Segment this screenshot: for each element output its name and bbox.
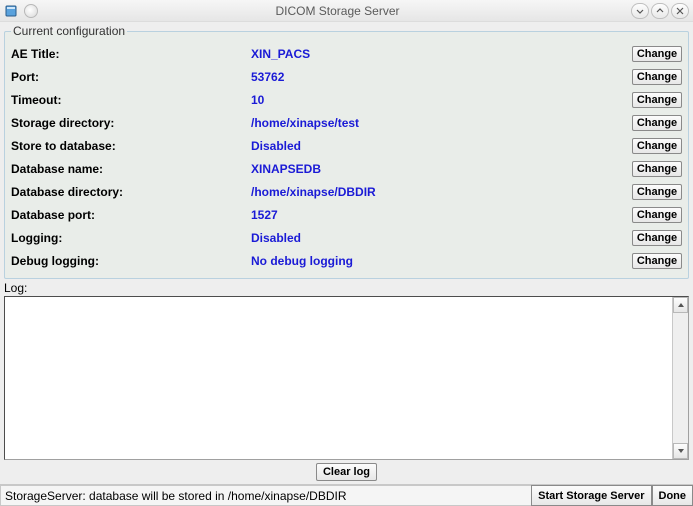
config-label: Storage directory: [11,116,251,130]
config-value: Disabled [251,231,632,245]
change-button[interactable]: Change [632,46,682,62]
config-row: Debug logging:No debug loggingChange [11,249,682,272]
config-label: AE Title: [11,47,251,61]
config-value: XINAPSEDB [251,162,632,176]
title-bar: DICOM Storage Server [0,0,693,22]
window-title: DICOM Storage Server [44,4,631,18]
change-button[interactable]: Change [632,230,682,246]
throbber-icon [24,4,38,18]
config-value: Disabled [251,139,632,153]
config-row: Port:53762Change [11,65,682,88]
clear-log-row: Clear log [4,460,689,484]
scroll-track[interactable] [673,313,688,443]
close-button[interactable] [671,3,689,19]
config-value: 53762 [251,70,632,84]
start-storage-server-button[interactable]: Start Storage Server [531,485,651,506]
change-button[interactable]: Change [632,92,682,108]
config-label: Database port: [11,208,251,222]
scroll-down-button[interactable] [673,443,688,459]
change-button[interactable]: Change [632,115,682,131]
config-row: Database name:XINAPSEDBChange [11,157,682,180]
config-legend: Current configuration [11,24,127,38]
config-label: Store to database: [11,139,251,153]
minimize-button[interactable] [631,3,649,19]
config-label: Debug logging: [11,254,251,268]
config-row: Database directory:/home/xinapse/DBDIRCh… [11,180,682,203]
config-label: Logging: [11,231,251,245]
scroll-up-button[interactable] [673,297,688,313]
config-label: Database name: [11,162,251,176]
log-label: Log: [4,281,689,295]
current-configuration-group: Current configuration AE Title:XIN_PACSC… [4,24,689,279]
config-row: Timeout:10Change [11,88,682,111]
change-button[interactable]: Change [632,138,682,154]
config-row: Database port:1527Change [11,203,682,226]
config-label: Port: [11,70,251,84]
clear-log-button[interactable]: Clear log [316,463,377,481]
config-value: No debug logging [251,254,632,268]
config-value: /home/xinapse/test [251,116,632,130]
config-value: XIN_PACS [251,47,632,61]
log-scrollbar[interactable] [672,297,688,459]
log-section: Log: Clear log [0,279,693,484]
change-button[interactable]: Change [632,69,682,85]
config-label: Timeout: [11,93,251,107]
config-label: Database directory: [11,185,251,199]
status-bar: StorageServer: database will be stored i… [0,484,693,506]
config-value: 10 [251,93,632,107]
config-row: AE Title:XIN_PACSChange [11,42,682,65]
config-row: Storage directory:/home/xinapse/testChan… [11,111,682,134]
config-value: /home/xinapse/DBDIR [251,185,632,199]
change-button[interactable]: Change [632,184,682,200]
app-icon [4,3,20,19]
change-button[interactable]: Change [632,207,682,223]
maximize-button[interactable] [651,3,669,19]
done-button[interactable]: Done [652,485,693,506]
status-message: StorageServer: database will be stored i… [0,485,531,506]
log-box-frame [4,296,689,460]
log-textarea[interactable] [5,297,672,459]
config-row: Logging:DisabledChange [11,226,682,249]
change-button[interactable]: Change [632,161,682,177]
content-area: Current configuration AE Title:XIN_PACSC… [0,22,693,279]
change-button[interactable]: Change [632,253,682,269]
window-controls [631,3,689,19]
config-row: Store to database:DisabledChange [11,134,682,157]
config-value: 1527 [251,208,632,222]
